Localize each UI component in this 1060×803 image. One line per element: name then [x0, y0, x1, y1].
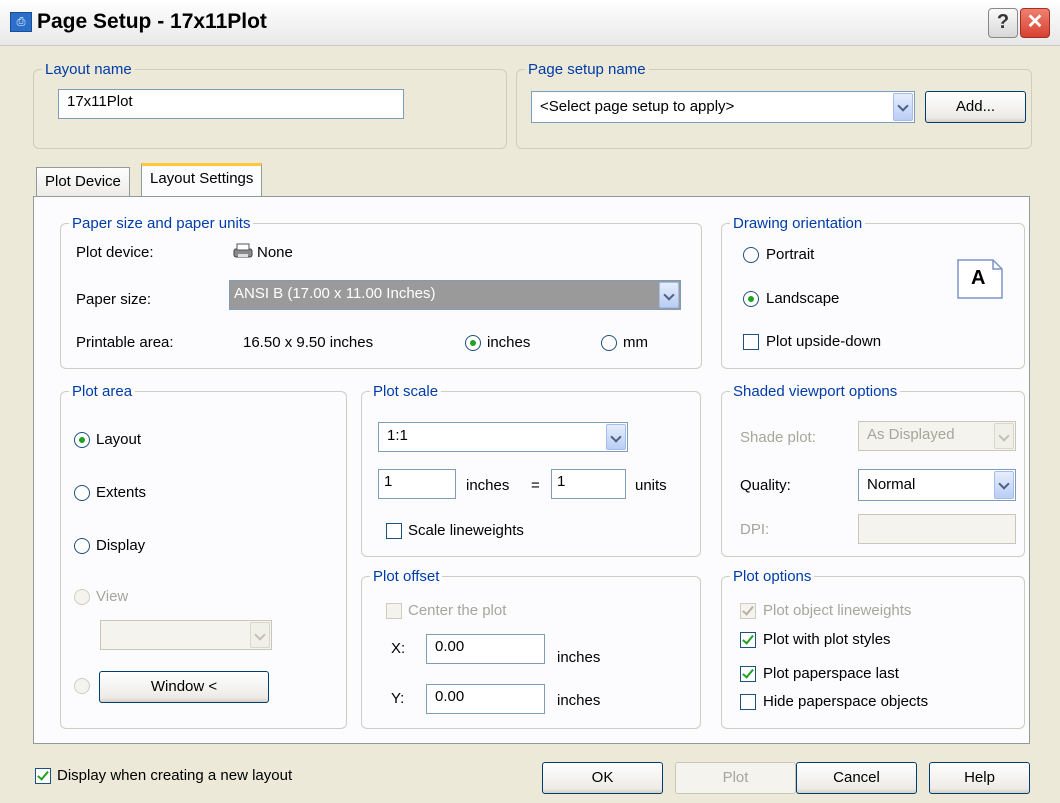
quality-label: Quality: [740, 477, 791, 494]
plot-area-layout-radio[interactable] [74, 432, 90, 448]
plot-device-value: None [257, 244, 293, 261]
landscape-radio[interactable] [743, 291, 759, 307]
plot-area-layout-label[interactable]: Layout [96, 431, 141, 448]
unit-mm-radio[interactable] [601, 335, 617, 351]
plot-options-legend: Plot options [733, 568, 812, 585]
hide-paperspace-objects-label[interactable]: Hide paperspace objects [763, 693, 928, 710]
center-plot-label: Center the plot [408, 602, 507, 619]
plot-offset-legend: Plot offset [373, 568, 440, 585]
printable-area-value: 16.50 x 9.50 inches [243, 334, 374, 351]
tab-plot-device[interactable]: Plot Device [36, 167, 130, 197]
printer-icon [232, 243, 254, 259]
plot-area-window-radio[interactable] [74, 678, 90, 694]
quality-selected-value: Normal [867, 476, 916, 493]
plot-area-display-radio[interactable] [74, 538, 90, 554]
window-title: Page Setup - 17x11Plot [37, 10, 267, 33]
offset-x-input[interactable]: 0.00 [426, 634, 545, 664]
dpi-label: DPI: [740, 521, 770, 538]
title-bar[interactable]: ⎙ Page Setup - 17x11Plot ? ✕ [0, 0, 1060, 46]
paper-size-select[interactable]: ANSI B (17.00 x 11.00 Inches) [229, 280, 681, 310]
offset-y-unit: inches [557, 692, 601, 709]
chevron-down-icon[interactable] [659, 282, 679, 308]
scale-units-label: units [635, 477, 667, 494]
plot-area-extents-label[interactable]: Extents [96, 484, 146, 501]
display-new-layout-checkbox[interactable] [35, 768, 51, 784]
chevron-down-icon[interactable] [893, 93, 913, 121]
shade-plot-label: Shade plot: [740, 429, 816, 446]
plot-object-lineweights-label: Plot object lineweights [763, 602, 912, 619]
close-button[interactable]: ✕ [1020, 8, 1050, 38]
plot-button[interactable]: Plot [675, 762, 796, 794]
paper-size-selected-value: ANSI B (17.00 x 11.00 Inches) [234, 285, 436, 302]
scale-lineweights-checkbox[interactable] [386, 523, 402, 539]
add-button[interactable]: Add... [925, 91, 1026, 123]
scale-units-input[interactable]: 1 [551, 469, 626, 499]
scale-inches-input[interactable]: 1 [378, 469, 456, 499]
hide-paperspace-objects-checkbox[interactable] [740, 694, 756, 710]
plot-area-view-radio[interactable] [74, 589, 90, 605]
plot-area-legend: Plot area [72, 383, 133, 400]
dpi-input[interactable] [858, 514, 1016, 544]
tab-layout-settings[interactable]: Layout Settings [141, 163, 263, 196]
portrait-label[interactable]: Portrait [766, 246, 814, 263]
offset-x-unit: inches [557, 649, 601, 666]
shade-plot-select[interactable]: As Displayed [858, 421, 1016, 451]
page-setup-select[interactable]: <Select page setup to apply> [531, 91, 915, 123]
plot-with-plot-styles-label[interactable]: Plot with plot styles [763, 631, 891, 648]
plot-scale-select[interactable]: 1:1 [378, 422, 628, 452]
layout-name-legend: Layout name [45, 61, 132, 78]
drawing-orientation-legend: Drawing orientation [733, 215, 863, 232]
offset-y-label: Y: [391, 690, 405, 707]
window-button[interactable]: Window < [99, 671, 269, 703]
scale-lineweights-label[interactable]: Scale lineweights [408, 522, 524, 539]
paper-size-label: Paper size: [76, 291, 152, 308]
scale-inches-label: inches [466, 477, 510, 494]
plot-paperspace-last-checkbox[interactable] [740, 666, 756, 682]
chevron-down-icon[interactable] [250, 622, 270, 648]
ok-button[interactable]: OK [542, 762, 663, 794]
plot-scale-legend: Plot scale [373, 383, 439, 400]
plot-area-display-label[interactable]: Display [96, 537, 145, 554]
unit-inches-radio[interactable] [465, 335, 481, 351]
plot-device-label: Plot device: [76, 244, 154, 261]
cancel-button[interactable]: Cancel [796, 762, 917, 794]
center-plot-checkbox[interactable] [386, 603, 402, 619]
unit-mm-label[interactable]: mm [623, 334, 648, 351]
orientation-icon-letter: A [971, 267, 986, 289]
page-setup-name-legend: Page setup name [528, 61, 646, 78]
offset-x-label: X: [391, 640, 406, 657]
paper-size-legend: Paper size and paper units [72, 215, 251, 232]
landscape-page-icon: A [957, 259, 1003, 299]
plot-area-view-label: View [96, 588, 129, 605]
printable-area-label: Printable area: [76, 334, 174, 351]
help-title-button[interactable]: ? [988, 8, 1018, 38]
plot-with-plot-styles-checkbox[interactable] [740, 632, 756, 648]
plot-object-lineweights-checkbox[interactable] [740, 603, 756, 619]
portrait-radio[interactable] [743, 247, 759, 263]
quality-select[interactable]: Normal [858, 469, 1016, 501]
layout-name-input[interactable]: 17x11Plot [58, 89, 404, 119]
page-setup-app-icon: ⎙ [10, 12, 32, 32]
plot-area-extents-radio[interactable] [74, 485, 90, 501]
plot-upside-down-checkbox[interactable] [743, 334, 759, 350]
view-select[interactable] [100, 620, 272, 650]
offset-y-input[interactable]: 0.00 [426, 684, 545, 714]
scale-equals-label: = [531, 477, 540, 494]
chevron-down-icon[interactable] [994, 423, 1014, 449]
plot-paperspace-last-label[interactable]: Plot paperspace last [763, 665, 899, 682]
help-button[interactable]: Help [929, 762, 1030, 794]
plot-upside-down-label[interactable]: Plot upside-down [766, 333, 881, 350]
unit-inches-label[interactable]: inches [487, 334, 530, 351]
shaded-viewport-legend: Shaded viewport options [733, 383, 898, 400]
landscape-label[interactable]: Landscape [766, 290, 839, 307]
chevron-down-icon[interactable] [994, 471, 1014, 499]
shade-plot-selected-value: As Displayed [867, 426, 955, 443]
display-new-layout-label[interactable]: Display when creating a new layout [57, 767, 292, 784]
chevron-down-icon[interactable] [606, 424, 626, 450]
plot-scale-selected-value: 1:1 [387, 427, 408, 444]
page-setup-selected-value: <Select page setup to apply> [540, 98, 735, 115]
